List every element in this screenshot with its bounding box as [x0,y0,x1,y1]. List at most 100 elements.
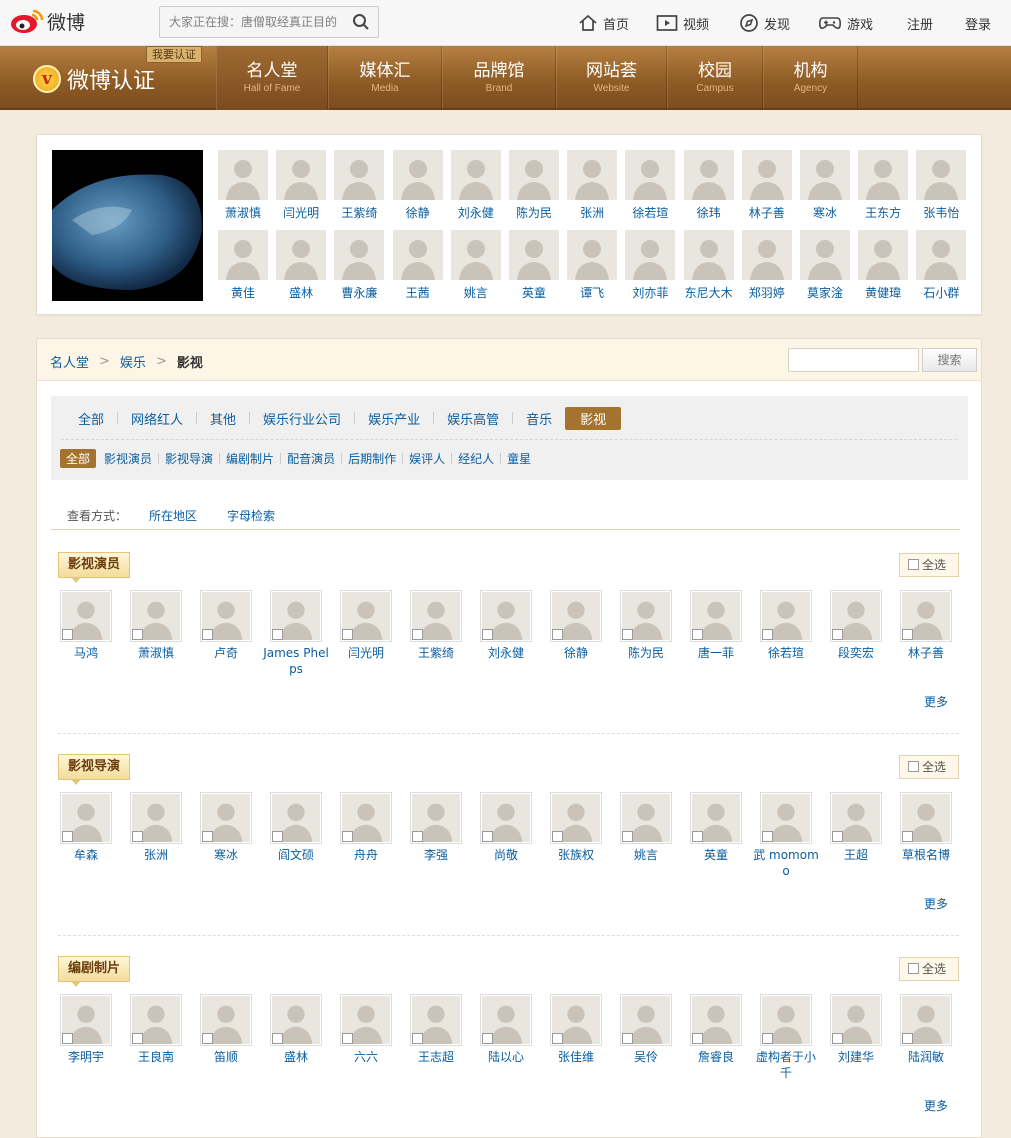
person-checkbox[interactable] [342,831,353,842]
person-item[interactable]: 陆润敏 [891,994,961,1065]
person-checkbox[interactable] [902,831,913,842]
celebrity-name[interactable]: 王紫绮 [334,204,384,221]
person-item[interactable]: 张族权 [541,792,611,863]
featured-celebrity[interactable]: 英童 [509,230,559,301]
person-name[interactable]: 唐一菲 [681,645,751,661]
avatar[interactable] [683,230,734,280]
person-name[interactable]: 卢奇 [191,645,261,661]
celebrity-name[interactable]: 黄健瑋 [858,284,908,301]
person-item[interactable]: 张佳维 [541,994,611,1065]
person-item[interactable]: 草根名博 [891,792,961,863]
featured-image[interactable] [52,150,203,301]
person-item[interactable]: 阎文硕 [261,792,331,863]
celebrity-name[interactable]: 谭飞 [567,284,617,301]
nav-home[interactable]: 首页 [578,0,629,46]
person-checkbox[interactable] [132,629,143,640]
featured-celebrity[interactable]: 谭飞 [567,230,618,301]
select-all-button[interactable]: 全选 [899,957,959,981]
celebrity-name[interactable]: 林子善 [742,204,792,221]
person-item[interactable]: 王紫绮 [401,590,471,661]
person-checkbox[interactable] [202,831,213,842]
celebrity-name[interactable]: 英童 [509,284,559,301]
person-item[interactable]: 姚言 [611,792,681,863]
featured-celebrity[interactable]: 王东方 [858,150,909,221]
primary-tab-4[interactable]: 娱乐产业 [355,409,433,428]
celebrity-name[interactable]: 寒冰 [800,204,850,221]
featured-celebrity[interactable]: 刘亦菲 [625,230,676,301]
person-checkbox[interactable] [692,629,703,640]
person-item[interactable]: 卢奇 [191,590,261,661]
person-name[interactable]: 寒冰 [191,847,261,863]
primary-tab-6[interactable]: 音乐 [513,409,565,428]
person-checkbox[interactable] [272,629,283,640]
person-checkbox[interactable] [762,1033,773,1044]
avatar[interactable] [760,590,812,642]
more-link[interactable]: 更多 [924,895,948,912]
person-name[interactable]: 张族权 [541,847,611,863]
avatar[interactable] [690,994,742,1046]
person-item[interactable]: 盛林 [261,994,331,1065]
tab-brand[interactable]: 品牌馆 Brand [442,46,556,110]
person-item[interactable]: 李强 [401,792,471,863]
featured-celebrity[interactable]: 张韦怡 [916,150,967,221]
avatar[interactable] [200,792,252,844]
avatar[interactable] [916,230,967,280]
tab-media[interactable]: 媒体汇 Media [328,46,442,110]
person-name[interactable]: 武 momomo [751,847,821,879]
avatar[interactable] [270,590,322,642]
avatar[interactable] [625,150,676,200]
more-link[interactable]: 更多 [924,1097,948,1114]
person-name[interactable]: 六六 [331,1049,401,1065]
global-search-input[interactable] [160,7,348,37]
person-checkbox[interactable] [902,1033,913,1044]
apply-verification-button[interactable]: 我要认证 [146,46,202,63]
avatar[interactable] [567,230,618,280]
avatar[interactable] [550,590,602,642]
avatar[interactable] [450,150,501,200]
person-name[interactable]: 张洲 [121,847,191,863]
weibo-logo[interactable]: 微博 [9,6,85,36]
person-checkbox[interactable] [552,629,563,640]
person-name[interactable]: 李明宇 [51,1049,121,1065]
person-checkbox[interactable] [552,831,563,842]
person-name[interactable]: 盛林 [261,1049,331,1065]
featured-celebrity[interactable]: 曹永廉 [334,230,385,301]
person-name[interactable]: 陆以心 [471,1049,541,1065]
person-checkbox[interactable] [552,1033,563,1044]
person-item[interactable]: 唐一菲 [681,590,751,661]
featured-celebrity[interactable]: 莫家淦 [800,230,850,301]
person-item[interactable]: 马鸿 [51,590,121,661]
person-checkbox[interactable] [132,1033,143,1044]
avatar[interactable] [60,792,112,844]
secondary-tab-8[interactable]: 童星 [501,450,537,467]
avatar[interactable] [200,590,252,642]
avatar[interactable] [760,994,812,1046]
avatar[interactable] [509,150,559,200]
person-item[interactable]: 段奕宏 [821,590,891,661]
person-checkbox[interactable] [622,831,633,842]
person-item[interactable]: 詹睿良 [681,994,751,1065]
person-checkbox[interactable] [202,1033,213,1044]
secondary-tab-4[interactable]: 配音演员 [281,450,341,467]
avatar[interactable] [334,230,385,280]
tab-campus[interactable]: 校园 Campus [667,46,763,110]
celebrity-name[interactable]: 刘永健 [451,204,501,221]
avatar[interactable] [130,590,182,642]
person-item[interactable]: 舟舟 [331,792,401,863]
select-all-button[interactable]: 全选 [899,755,959,779]
person-name[interactable]: 陆润敏 [891,1049,961,1065]
avatar[interactable] [760,792,812,844]
view-by-region-link[interactable]: 所在地区 [149,507,197,524]
nav-video[interactable]: 视频 [656,0,709,46]
person-name[interactable]: 林子善 [891,645,961,661]
featured-celebrity[interactable]: 王茜 [392,230,443,301]
avatar[interactable] [450,230,501,280]
secondary-tab-6[interactable]: 娱评人 [403,450,451,467]
person-checkbox[interactable] [412,1033,423,1044]
avatar[interactable] [340,792,392,844]
person-checkbox[interactable] [342,1033,353,1044]
person-checkbox[interactable] [622,1033,633,1044]
person-checkbox[interactable] [412,629,423,640]
person-name[interactable]: 王紫绮 [401,645,471,661]
featured-celebrity[interactable]: 盛林 [276,230,327,301]
